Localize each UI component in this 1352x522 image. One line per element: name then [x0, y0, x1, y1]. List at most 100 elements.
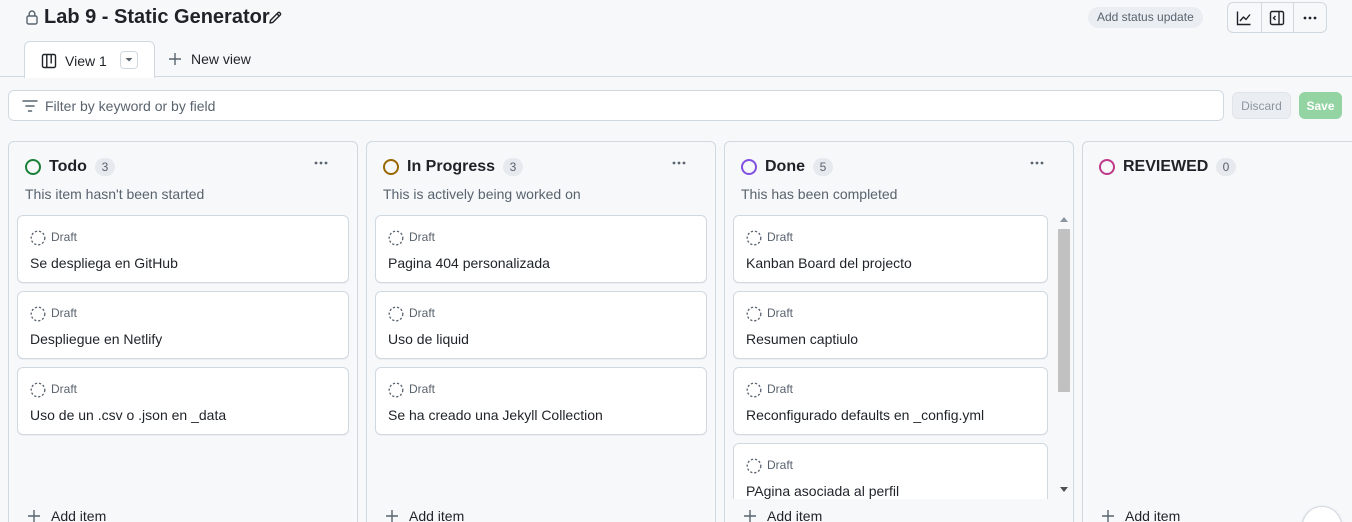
project-header: Lab 9 - Static Generator Add status upda…	[0, 0, 1352, 40]
column-more-icon[interactable]	[1029, 155, 1045, 176]
discard-button[interactable]: Discard	[1232, 92, 1291, 119]
draft-label: Draft	[767, 458, 794, 472]
save-button[interactable]: Save	[1299, 92, 1342, 119]
column-scrollbar[interactable]	[1057, 215, 1071, 499]
card-title[interactable]: Uso de un .csv o .json en _data	[30, 407, 226, 423]
pencil-icon[interactable]	[267, 10, 283, 26]
card-item[interactable]: Draft Pagina 404 personalizada	[375, 215, 707, 283]
card-title[interactable]: Despliegue en Netlify	[30, 331, 162, 347]
plus-icon	[385, 509, 399, 522]
scroll-down-icon[interactable]	[1060, 487, 1068, 492]
status-done-icon	[741, 159, 757, 175]
column-description: This item hasn't been started	[25, 186, 205, 202]
draft-label: Draft	[767, 382, 794, 396]
column-in-progress: In Progress 3 This is actively being wor…	[366, 141, 716, 522]
draft-icon	[30, 382, 46, 398]
card-item[interactable]: Draft Resumen captiulo	[733, 291, 1048, 359]
draft-label: Draft	[409, 382, 436, 396]
card-item[interactable]: Draft Se ha creado una Jekyll Collection	[375, 367, 707, 435]
column-title: In Progress	[407, 158, 496, 175]
project-title: Lab 9 - Static Generator	[44, 6, 270, 28]
plus-icon	[27, 509, 41, 522]
insights-icon[interactable]	[1228, 3, 1261, 32]
card-title[interactable]: Reconfigurado defaults en _config.yml	[746, 407, 984, 423]
card-title[interactable]: Se ha creado una Jekyll Collection	[388, 407, 603, 423]
card-item[interactable]: Draft Reconfigurado defaults en _config.…	[733, 367, 1048, 435]
chevron-down-icon[interactable]	[120, 51, 138, 69]
column-title: Done	[765, 158, 805, 175]
draft-icon	[746, 382, 762, 398]
status-todo-icon	[25, 159, 41, 175]
draft-icon	[746, 458, 762, 474]
column-description: This has been completed	[741, 186, 898, 202]
column-description: This is actively being worked on	[383, 186, 581, 202]
new-view-button[interactable]: New view	[168, 51, 251, 67]
add-item-label: Add item	[409, 508, 465, 522]
draft-icon	[388, 382, 404, 398]
card-list: Draft Se despliega en GitHub Draft Despl…	[17, 215, 349, 499]
column-count: 3	[503, 158, 523, 176]
column-more-icon[interactable]	[313, 155, 329, 176]
filter-icon	[22, 99, 38, 113]
card-title[interactable]: Resumen captiulo	[746, 331, 858, 347]
card-item[interactable]: Draft Uso de liquid	[375, 291, 707, 359]
column-count: 3	[95, 158, 115, 176]
column-count: 0	[1216, 158, 1236, 176]
add-item-button[interactable]: Add item	[1101, 508, 1180, 522]
status-in-progress-icon	[383, 159, 399, 175]
column-more-icon[interactable]	[671, 155, 687, 176]
column-done: Done 5 This has been completed Draft Kan…	[724, 141, 1074, 522]
draft-label: Draft	[51, 382, 78, 396]
filter-bar	[8, 90, 1224, 121]
column-title: Todo	[49, 158, 87, 175]
board-icon	[41, 53, 57, 69]
card-title[interactable]: Pagina 404 personalizada	[388, 255, 550, 271]
column-reviewed: REVIEWED 0 Add item	[1082, 141, 1352, 522]
draft-icon	[30, 230, 46, 246]
draft-icon	[388, 230, 404, 246]
add-status-update-button[interactable]: Add status update	[1088, 7, 1203, 28]
card-item[interactable]: Draft Despliegue en Netlify	[17, 291, 349, 359]
more-icon[interactable]	[1293, 3, 1326, 32]
draft-label: Draft	[767, 230, 794, 244]
tab-label: View 1	[65, 53, 107, 69]
card-item[interactable]: Draft Se despliega en GitHub	[17, 215, 349, 283]
add-item-label: Add item	[1125, 508, 1181, 522]
card-list: Draft Pagina 404 personalizada Draft Uso…	[375, 215, 707, 499]
draft-label: Draft	[51, 306, 78, 320]
card-item[interactable]: Draft Kanban Board del projecto	[733, 215, 1048, 283]
draft-label: Draft	[409, 230, 436, 244]
lock-icon	[25, 9, 39, 25]
scroll-up-icon[interactable]	[1060, 217, 1068, 222]
sidebar-icon[interactable]	[1260, 3, 1294, 32]
column-todo: Todo 3 This item hasn't been started Dra…	[8, 141, 358, 522]
card-title[interactable]: Se despliega en GitHub	[30, 255, 178, 271]
plus-icon	[743, 509, 757, 522]
scroll-thumb[interactable]	[1058, 229, 1070, 392]
card-title[interactable]: PAgina asociada al perfil	[746, 483, 899, 499]
card-item[interactable]: Draft Uso de un .csv o .json en _data	[17, 367, 349, 435]
new-view-label: New view	[191, 51, 251, 67]
tab-view-1[interactable]: View 1	[24, 41, 155, 78]
draft-label: Draft	[51, 230, 78, 244]
card-title[interactable]: Uso de liquid	[388, 331, 469, 347]
filter-input[interactable]	[45, 95, 1205, 117]
draft-icon	[30, 306, 46, 322]
column-title: REVIEWED	[1123, 158, 1209, 175]
card-item[interactable]: Draft PAgina asociada al perfil	[733, 443, 1048, 499]
draft-icon	[746, 230, 762, 246]
add-item-button[interactable]: Add item	[743, 508, 822, 522]
add-item-label: Add item	[767, 508, 823, 522]
add-item-button[interactable]: Add item	[385, 508, 464, 522]
draft-icon	[746, 306, 762, 322]
status-reviewed-icon	[1099, 159, 1115, 175]
draft-label: Draft	[409, 306, 436, 320]
card-title[interactable]: Kanban Board del projecto	[746, 255, 912, 271]
project-toolbar	[1227, 2, 1327, 33]
draft-icon	[388, 306, 404, 322]
add-item-label: Add item	[51, 508, 107, 522]
plus-icon	[168, 52, 182, 66]
plus-icon	[1101, 509, 1115, 522]
add-item-button[interactable]: Add item	[27, 508, 106, 522]
card-list: Draft Kanban Board del projecto Draft Re…	[733, 215, 1049, 499]
